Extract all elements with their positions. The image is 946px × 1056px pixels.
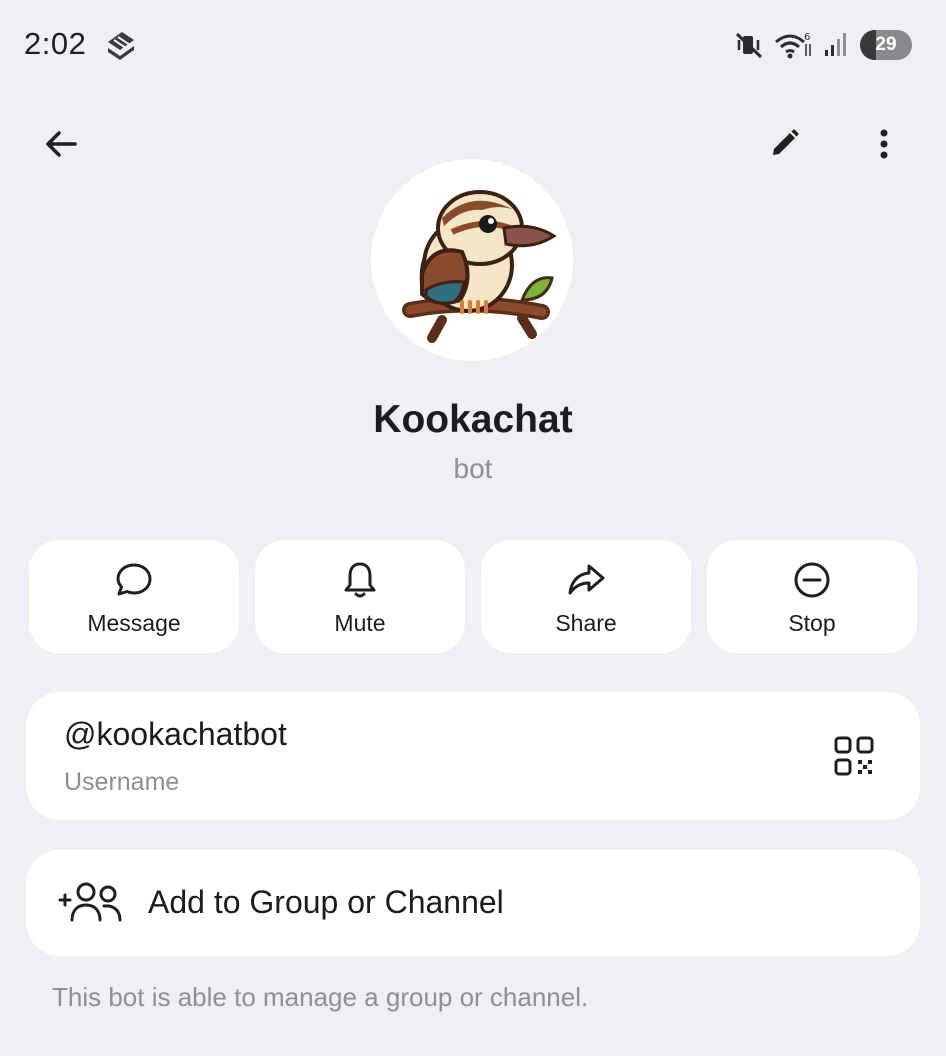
status-bar: 2:02 6 29	[0, 0, 946, 90]
qr-code-icon	[834, 736, 874, 776]
more-options-button[interactable]	[856, 116, 912, 172]
svg-text:6: 6	[804, 32, 810, 43]
avatar[interactable]	[371, 159, 573, 361]
bell-icon	[338, 558, 382, 602]
battery-level: 29	[875, 34, 897, 55]
notification-app-icon	[104, 28, 138, 62]
username-label: Username	[64, 768, 180, 796]
profile-name: Kookachat	[373, 398, 573, 441]
message-bubble-icon	[112, 558, 156, 602]
battery-indicator: 29	[860, 30, 912, 60]
mute-label: Mute	[334, 610, 386, 636]
signal-icon	[824, 30, 850, 60]
stop-circle-icon	[790, 558, 834, 602]
wifi-icon: 6	[774, 30, 814, 60]
edit-button[interactable]	[756, 116, 812, 172]
status-time: 2:02	[24, 26, 87, 61]
stop-label: Stop	[788, 610, 836, 636]
message-button[interactable]: Message	[29, 540, 239, 653]
bot-capability-note: This bot is able to manage a group or ch…	[52, 982, 589, 1012]
share-arrow-icon	[564, 558, 608, 602]
add-to-group-label: Add to Group or Channel	[148, 884, 504, 920]
username-card[interactable]: @kookachatbot Username	[26, 692, 920, 820]
mute-button[interactable]: Mute	[255, 540, 465, 653]
back-button[interactable]	[33, 116, 89, 172]
vibrate-mute-icon	[734, 30, 764, 60]
pencil-icon	[773, 129, 799, 155]
message-label: Message	[87, 610, 181, 636]
stop-button[interactable]: Stop	[707, 540, 917, 653]
share-label: Share	[555, 610, 617, 636]
more-vertical-icon	[880, 129, 888, 159]
kookaburra-avatar-icon	[402, 190, 557, 343]
share-button[interactable]: Share	[481, 540, 691, 653]
profile-subtitle: bot	[453, 453, 493, 484]
arrow-left-icon	[46, 131, 77, 157]
add-users-icon	[58, 880, 124, 926]
qr-code-button[interactable]	[828, 730, 880, 782]
status-indicators: 6 29	[734, 28, 912, 62]
username-value: @kookachatbot	[64, 716, 287, 752]
add-to-group-button[interactable]: Add to Group or Channel	[26, 850, 920, 956]
action-buttons: Message Mute Share Stop	[29, 540, 917, 653]
